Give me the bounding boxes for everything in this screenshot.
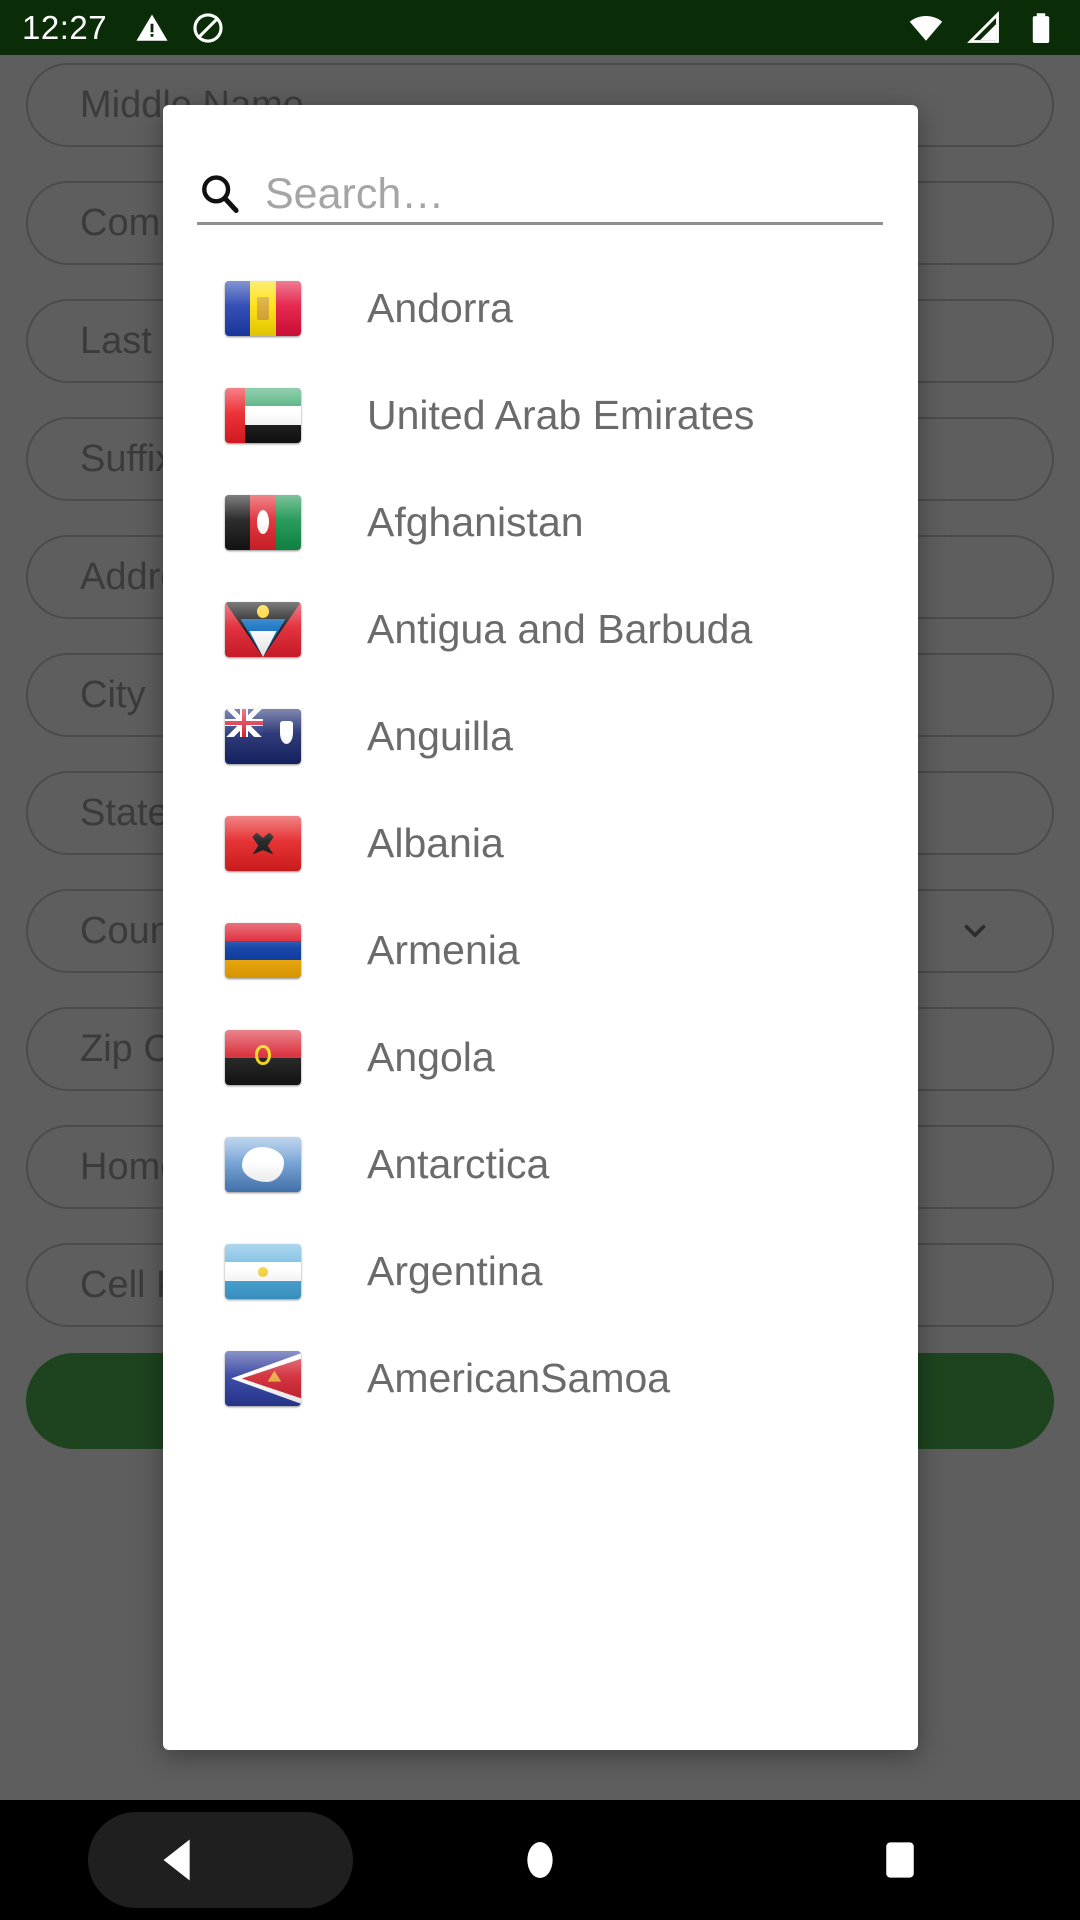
albania-flag-icon [225,816,301,871]
home-button[interactable] [480,1800,600,1920]
country-name: Antarctica [367,1141,550,1187]
warning-triangle-icon [136,14,168,41]
battery-icon [1032,12,1050,43]
status-bar: 12:27 [0,0,1080,55]
list-item[interactable]: Anguilla [163,683,918,790]
cell-signal-icon [967,10,999,43]
country-name: Afghanistan [367,499,584,545]
country-name: Albania [367,820,504,866]
search-icon[interactable] [197,171,243,217]
country-name: AmericanSamoa [367,1355,671,1401]
search-underline [197,222,883,225]
status-time: 12:27 [22,8,108,46]
country-list[interactable]: Andorra United Arab Emirates Afghanistan… [163,255,918,1750]
argentina-flag-icon [225,1244,301,1299]
country-name: Angola [367,1034,495,1080]
american-samoa-flag-icon [225,1351,301,1406]
andorra-flag-icon [225,281,301,336]
field-label: Suffix [80,437,175,480]
country-name: Armenia [367,927,520,973]
united-arab-emirates-flag-icon [225,388,301,443]
list-item[interactable]: Albania [163,790,918,897]
country-name: Anguilla [367,713,513,759]
field-label: State [80,791,169,834]
list-item[interactable]: United Arab Emirates [163,362,918,469]
back-triangle-icon [163,1839,190,1881]
list-item[interactable]: Afghanistan [163,469,918,576]
field-label: City [80,673,146,716]
country-picker-dialog: Andorra United Arab Emirates Afghanist [163,105,918,1750]
list-item[interactable]: Andorra [163,255,918,362]
country-name: Antigua and Barbuda [367,606,753,652]
country-name: Andorra [367,285,513,331]
list-item[interactable]: Armenia [163,897,918,1004]
antarctica-flag-icon [225,1137,301,1192]
country-name: United Arab Emirates [367,392,755,438]
list-item[interactable]: Antigua and Barbuda [163,576,918,683]
armenia-flag-icon [225,923,301,978]
list-item[interactable]: Argentina [163,1218,918,1325]
do-not-disturb-icon [193,12,223,43]
list-item[interactable]: Angola [163,1004,918,1111]
recents-square-icon [886,1842,914,1878]
recents-button[interactable] [840,1800,960,1920]
angola-flag-icon [225,1030,301,1085]
antigua-and-barbuda-flag-icon [225,602,301,657]
list-item[interactable]: Antarctica [163,1111,918,1218]
search-input[interactable] [265,169,865,219]
afghanistan-flag-icon [225,495,301,550]
back-button[interactable] [120,1800,240,1920]
list-item[interactable]: AmericanSamoa [163,1325,918,1432]
home-circle-icon [527,1841,553,1879]
chevron-down-icon [964,924,986,938]
country-name: Argentina [367,1248,543,1294]
navigation-bar [0,1800,1080,1920]
wifi-icon [909,15,943,41]
anguilla-flag-icon [225,709,301,764]
